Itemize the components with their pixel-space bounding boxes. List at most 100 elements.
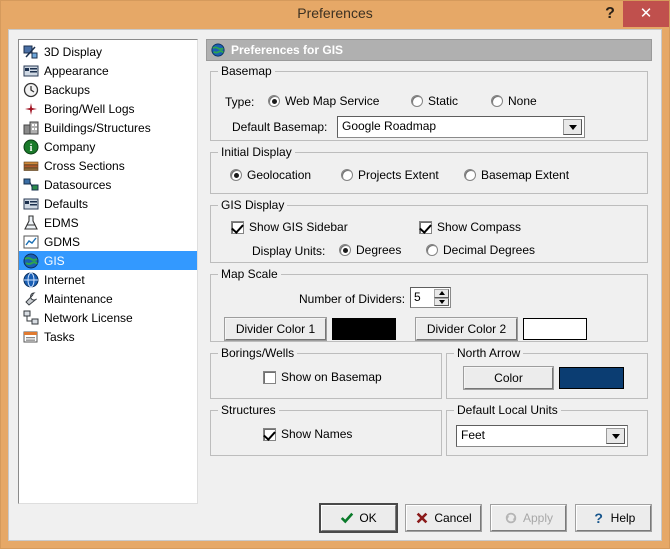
cross-section-icon <box>23 158 39 174</box>
globe-icon <box>23 253 39 269</box>
radio-decimal-degrees[interactable]: Decimal Degrees <box>426 243 535 257</box>
ok-button[interactable]: OK <box>319 503 398 533</box>
radio-label: Degrees <box>356 243 402 257</box>
globe-icon <box>211 43 225 57</box>
number-of-dividers-label: Number of Dividers: <box>299 292 406 306</box>
close-button[interactable]: ✕ <box>623 1 669 27</box>
checkbox-indicator <box>263 427 276 441</box>
stepper-down-icon[interactable] <box>434 297 449 306</box>
radio-indicator <box>230 169 242 181</box>
sidebar-item-cross-sections[interactable]: Cross Sections <box>19 156 197 175</box>
checkbox-label: Show Names <box>281 427 353 441</box>
sidebar-item-buildings-structures[interactable]: Buildings/Structures <box>19 118 197 137</box>
checkbox-show-compass[interactable]: Show Compass <box>419 220 521 234</box>
sidebar-item-network-license[interactable]: Network License <box>19 308 197 327</box>
radio-none[interactable]: None <box>491 94 537 108</box>
basemap-group: Basemap Type: Web Map Service Static Non… <box>210 64 648 141</box>
radio-label: Basemap Extent <box>481 168 570 182</box>
north-arrow-color-label: Color <box>494 371 523 385</box>
dialog-button-bar: OK Cancel Apply ? Help <box>319 503 652 533</box>
sidebar-item-edms[interactable]: EDMS <box>19 213 197 232</box>
checkbox-show-on-basemap[interactable]: Show on Basemap <box>263 370 382 384</box>
gis-display-legend: GIS Display <box>218 198 288 212</box>
radio-label: None <box>508 94 537 108</box>
title-bar: Preferences ? ✕ <box>1 1 669 29</box>
chevron-down-icon[interactable] <box>606 428 625 444</box>
stepper-buttons <box>434 289 449 306</box>
initial-display-group: Initial Display Geolocation Projects Ext… <box>210 145 648 194</box>
apply-button: Apply <box>490 504 567 532</box>
north-arrow-color-button[interactable]: Color <box>463 366 554 390</box>
window-title: Preferences <box>297 5 373 21</box>
basemap-type-label: Type: <box>225 95 255 109</box>
checkbox-show-names[interactable]: Show Names <box>263 427 352 441</box>
radio-projects-extent[interactable]: Projects Extent <box>341 168 439 182</box>
sidebar-item-tasks[interactable]: Tasks <box>19 327 197 346</box>
default-basemap-value: Google Roadmap <box>342 119 437 133</box>
globe-network-icon <box>23 272 39 288</box>
stepper-up-icon[interactable] <box>434 289 449 298</box>
radio-geolocation[interactable]: Geolocation <box>230 168 311 182</box>
radio-label: Web Map Service <box>285 94 380 108</box>
checkbox-label: Show on Basemap <box>281 370 382 384</box>
checkbox-show-gis-sidebar[interactable]: Show GIS Sidebar <box>231 220 348 234</box>
radio-indicator <box>341 169 353 181</box>
default-local-units-group: Default Local Units Feet <box>446 403 648 456</box>
chevron-down-icon[interactable] <box>563 119 582 135</box>
sidebar-item-internet[interactable]: Internet <box>19 270 197 289</box>
cancel-button[interactable]: Cancel <box>405 504 482 532</box>
preferences-dialog: Preferences ? ✕ 3D Display Appearance Back… <box>0 0 670 549</box>
dividers-value: 5 <box>414 290 421 304</box>
help-button[interactable]: ? Help <box>575 504 652 532</box>
basemap-legend: Basemap <box>218 64 275 78</box>
appearance-icon <box>23 63 39 79</box>
borings-wells-legend: Borings/Wells <box>218 346 298 360</box>
checkbox-label: Show Compass <box>437 220 522 234</box>
divider-color-2-label: Divider Color 2 <box>426 322 507 336</box>
sidebar-item-label: Backups <box>44 82 91 97</box>
number-of-dividers-stepper[interactable]: 5 <box>410 287 451 308</box>
checkbox-label: Show GIS Sidebar <box>249 220 348 234</box>
default-basemap-dropdown[interactable]: Google Roadmap <box>337 116 585 138</box>
radio-indicator <box>411 95 423 107</box>
x-icon <box>417 512 428 524</box>
radio-static[interactable]: Static <box>411 94 458 108</box>
sidebar-item-appearance[interactable]: Appearance <box>19 61 197 80</box>
panel-header: Preferences for GIS <box>206 39 652 61</box>
north-arrow-color-swatch[interactable] <box>559 367 624 389</box>
radio-basemap-extent[interactable]: Basemap Extent <box>464 168 569 182</box>
sidebar-item-label: GDMS <box>44 234 80 249</box>
sidebar-item-label: Boring/Well Logs <box>44 101 135 116</box>
radio-degrees[interactable]: Degrees <box>339 243 401 257</box>
radio-web-map-service[interactable]: Web Map Service <box>268 94 379 108</box>
checkbox-indicator <box>231 220 244 234</box>
north-arrow-legend: North Arrow <box>454 346 524 360</box>
divider-color-2-swatch[interactable] <box>523 318 587 340</box>
default-local-units-dropdown[interactable]: Feet <box>456 425 628 447</box>
sidebar-item-label: Tasks <box>44 329 75 344</box>
radio-label: Projects Extent <box>358 168 439 182</box>
sidebar-item-maintenance[interactable]: Maintenance <box>19 289 197 308</box>
default-basemap-label: Default Basemap: <box>232 120 328 134</box>
titlebar-help-icon[interactable]: ? <box>599 2 621 26</box>
sidebar-item-label: 3D Display <box>44 44 103 59</box>
default-local-units-legend: Default Local Units <box>454 403 561 417</box>
tasks-icon <box>23 329 39 345</box>
sidebar-item-label: GIS <box>44 253 65 268</box>
radio-label: Static <box>428 94 459 108</box>
sidebar-item-3d-display[interactable]: 3D Display <box>19 42 197 61</box>
sidebar-item-backups[interactable]: Backups <box>19 80 197 99</box>
question-icon: ? <box>594 510 603 526</box>
sidebar-item-defaults[interactable]: Defaults <box>19 194 197 213</box>
divider-color-1-swatch[interactable] <box>332 318 396 340</box>
sidebar-item-label: Defaults <box>44 196 89 211</box>
sidebar-item-gis[interactable]: GIS <box>19 251 197 270</box>
divider-color-1-button[interactable]: Divider Color 1 <box>224 317 327 341</box>
structures-legend: Structures <box>218 403 279 417</box>
sidebar-item-boring-well-logs[interactable]: Boring/Well Logs <box>19 99 197 118</box>
sidebar-item-datasources[interactable]: Datasources <box>19 175 197 194</box>
sidebar-item-gdms[interactable]: GDMS <box>19 232 197 251</box>
sidebar-item-company[interactable]: i Company <box>19 137 197 156</box>
divider-color-2-button[interactable]: Divider Color 2 <box>415 317 518 341</box>
preferences-category-list[interactable]: 3D Display Appearance Backups Boring/Well L… <box>18 39 198 504</box>
